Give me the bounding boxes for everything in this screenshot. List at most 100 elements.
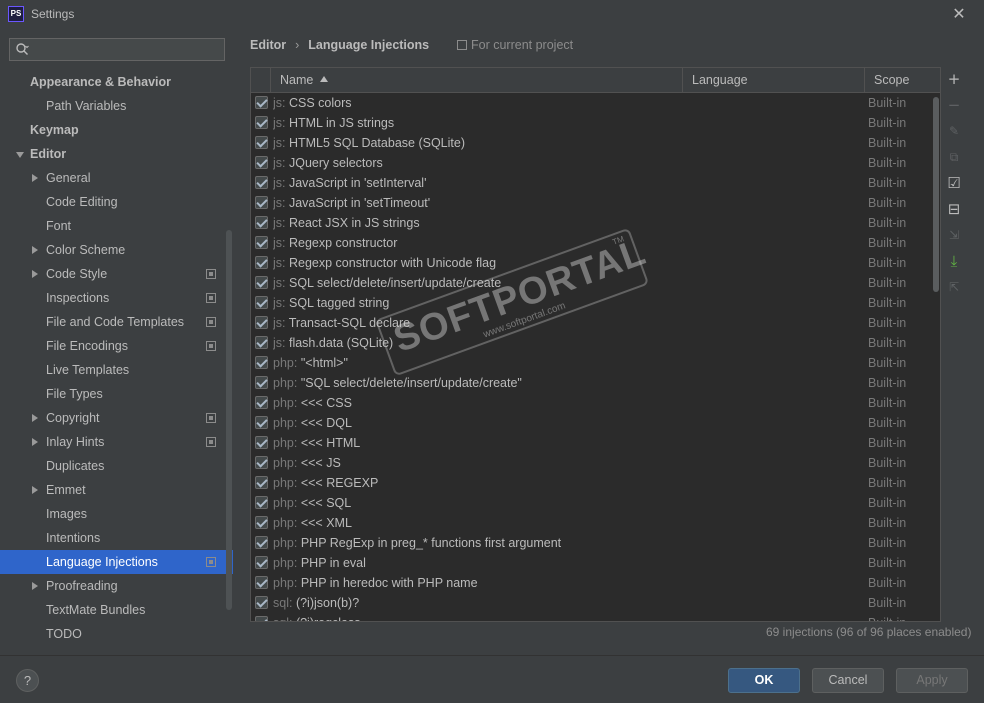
import-icon[interactable]: ⇲	[946, 227, 962, 243]
sidebar-item-inlay-hints[interactable]: Inlay Hints	[0, 430, 233, 454]
sidebar-item-code-editing[interactable]: Code Editing	[0, 190, 233, 214]
remove-icon[interactable]: −	[946, 97, 962, 113]
row-enabled-checkbox[interactable]	[255, 576, 268, 589]
breadcrumb-parent[interactable]: Editor	[250, 38, 286, 52]
sidebar-item-duplicates[interactable]: Duplicates	[0, 454, 233, 478]
table-row[interactable]: js: SQL select/delete/insert/update/crea…	[251, 273, 931, 293]
help-button[interactable]: ?	[16, 669, 39, 692]
export-icon[interactable]: ⇱	[946, 279, 962, 295]
sidebar-item-todo[interactable]: TODO	[0, 622, 233, 646]
chevron-right-icon[interactable]	[32, 174, 38, 182]
row-enabled-checkbox[interactable]	[255, 256, 268, 269]
table-row[interactable]: sql: (?i)regclassSQLPostgreSQLBuilt-in	[251, 613, 931, 621]
sidebar-scrollbar[interactable]	[226, 230, 232, 610]
chevron-right-icon[interactable]	[32, 582, 38, 590]
disable-all-icon[interactable]: ⊟	[946, 201, 962, 217]
table-row[interactable]: php: "SQL select/delete/insert/update/cr…	[251, 373, 931, 393]
chevron-down-icon[interactable]	[16, 152, 24, 158]
edit-icon[interactable]: ✎	[946, 123, 962, 139]
sidebar-item-images[interactable]: Images	[0, 502, 233, 526]
cancel-button[interactable]: Cancel	[812, 668, 884, 693]
row-enabled-checkbox[interactable]	[255, 156, 268, 169]
row-enabled-checkbox[interactable]	[255, 196, 268, 209]
row-enabled-checkbox[interactable]	[255, 556, 268, 569]
column-header-name[interactable]: Name	[271, 68, 683, 93]
row-enabled-checkbox[interactable]	[255, 536, 268, 549]
table-row[interactable]: php: <<< SQLSQLSQLBuilt-in	[251, 493, 931, 513]
apply-button[interactable]: Apply	[896, 668, 968, 693]
table-row[interactable]: php: PHP RegExp in preg_* functions firs…	[251, 533, 931, 553]
ok-button[interactable]: OK	[728, 668, 800, 693]
sidebar-item-code-style[interactable]: Code Style	[0, 262, 233, 286]
copy-icon[interactable]: ⧉	[946, 149, 962, 165]
sidebar-item-proofreading[interactable]: Proofreading	[0, 574, 233, 598]
table-row[interactable]: js: JavaScript in 'setInterval'JSJavaScr…	[251, 173, 931, 193]
row-enabled-checkbox[interactable]	[255, 96, 268, 109]
sidebar-item-copyright[interactable]: Copyright	[0, 406, 233, 430]
table-row[interactable]: php: PHP in evalPHPInjectable PHPBuilt-i…	[251, 553, 931, 573]
column-header-scope[interactable]: Scope	[865, 68, 940, 93]
table-row[interactable]: php: <<< JSJSJavaScriptBuilt-in	[251, 453, 931, 473]
table-row[interactable]: js: Transact-SQL declareSQLMicrosoft SQL…	[251, 313, 931, 333]
row-enabled-checkbox[interactable]	[255, 496, 268, 509]
sidebar-item-editor[interactable]: Editor	[0, 142, 233, 166]
table-row[interactable]: js: HTML in JS stringsHHTMLBuilt-in	[251, 113, 931, 133]
sidebar-item-file-encodings[interactable]: File Encodings	[0, 334, 233, 358]
sidebar-item-appearance-behavior[interactable]: Appearance & Behavior	[0, 70, 233, 94]
row-enabled-checkbox[interactable]	[255, 236, 268, 249]
close-icon[interactable]: ✕	[950, 5, 968, 23]
table-row[interactable]: php: <<< XMLXMLXMLBuilt-in	[251, 513, 931, 533]
row-enabled-checkbox[interactable]	[255, 336, 268, 349]
row-enabled-checkbox[interactable]	[255, 356, 268, 369]
table-row[interactable]: php: PHP in heredoc with PHP namePHPInje…	[251, 573, 931, 593]
add-icon[interactable]: +	[946, 71, 962, 87]
row-enabled-checkbox[interactable]	[255, 476, 268, 489]
row-enabled-checkbox[interactable]	[255, 456, 268, 469]
table-scrollbar[interactable]	[933, 97, 939, 292]
row-enabled-checkbox[interactable]	[255, 436, 268, 449]
row-enabled-checkbox[interactable]	[255, 176, 268, 189]
sidebar-item-path-variables[interactable]: Path Variables	[0, 94, 233, 118]
chevron-right-icon[interactable]	[32, 486, 38, 494]
table-row[interactable]: js: flash.data (SQLite)SQLSQLiteBuilt-in	[251, 333, 931, 353]
row-enabled-checkbox[interactable]	[255, 596, 268, 609]
sidebar-item-color-scheme[interactable]: Color Scheme	[0, 238, 233, 262]
row-enabled-checkbox[interactable]	[255, 616, 268, 621]
table-row[interactable]: js: Regexp constructor with Unicode flag…	[251, 253, 931, 273]
sidebar-item-intentions[interactable]: Intentions	[0, 526, 233, 550]
sidebar-item-emmet[interactable]: Emmet	[0, 478, 233, 502]
settings-search-input[interactable]	[9, 38, 225, 61]
table-row[interactable]: js: React JSX in JS stringsJSXJSX Harmon…	[251, 213, 931, 233]
row-enabled-checkbox[interactable]	[255, 416, 268, 429]
sidebar-item-inspections[interactable]: Inspections	[0, 286, 233, 310]
sidebar-item-font[interactable]: Font	[0, 214, 233, 238]
table-row[interactable]: js: CSS colorsCSSCSSBuilt-in	[251, 93, 931, 113]
table-row[interactable]: php: "<html>"HHTMLBuilt-in	[251, 353, 931, 373]
sidebar-item-file-and-code-templates[interactable]: File and Code Templates	[0, 310, 233, 334]
chevron-right-icon[interactable]	[32, 270, 38, 278]
table-row[interactable]: js: SQL tagged stringSQLSQLBuilt-in	[251, 293, 931, 313]
row-enabled-checkbox[interactable]	[255, 136, 268, 149]
chevron-right-icon[interactable]	[32, 414, 38, 422]
table-row[interactable]: php: <<< REGEXP*PhpRegExpBuilt-in	[251, 473, 931, 493]
column-header-language[interactable]: Language	[683, 68, 865, 93]
sidebar-item-live-templates[interactable]: Live Templates	[0, 358, 233, 382]
table-row[interactable]: php: <<< HTMLHHTMLBuilt-in	[251, 433, 931, 453]
table-row[interactable]: js: HTML5 SQL Database (SQLite)SQLSQLite…	[251, 133, 931, 153]
sidebar-item-keymap[interactable]: Keymap	[0, 118, 233, 142]
row-enabled-checkbox[interactable]	[255, 216, 268, 229]
row-enabled-checkbox[interactable]	[255, 376, 268, 389]
row-enabled-checkbox[interactable]	[255, 316, 268, 329]
table-row[interactable]: php: <<< DQLDDoctrine QLBuilt-in	[251, 413, 931, 433]
row-enabled-checkbox[interactable]	[255, 516, 268, 529]
sidebar-item-textmate-bundles[interactable]: TextMate Bundles	[0, 598, 233, 622]
table-row[interactable]: php: <<< CSSCSSCSSBuilt-in	[251, 393, 931, 413]
row-enabled-checkbox[interactable]	[255, 116, 268, 129]
save-icon[interactable]: ⤓	[946, 253, 962, 269]
table-row[interactable]: js: Regexp constructorJSJSRegexpBuilt-in	[251, 233, 931, 253]
enable-all-icon[interactable]: ☑	[946, 175, 962, 191]
row-enabled-checkbox[interactable]	[255, 296, 268, 309]
sidebar-item-language-injections[interactable]: Language Injections	[0, 550, 233, 574]
chevron-right-icon[interactable]	[32, 438, 38, 446]
row-enabled-checkbox[interactable]	[255, 396, 268, 409]
